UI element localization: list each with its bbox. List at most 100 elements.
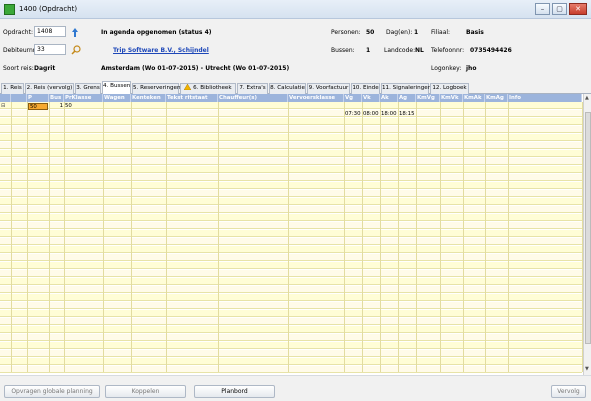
cell-bus[interactable]: 1 (54, 103, 63, 110)
grid-rows (0, 102, 582, 373)
maximize-button[interactable]: ▢ (552, 3, 567, 15)
minimize-button[interactable]: – (535, 3, 550, 15)
search-icon[interactable] (71, 45, 81, 55)
column-divider (380, 102, 381, 372)
col-wagen[interactable]: Wagen (103, 94, 131, 102)
dagen-label: Dag(en): (386, 29, 413, 36)
table-row[interactable] (0, 342, 582, 349)
tab-grens[interactable]: 3. Grens (75, 83, 101, 94)
tab-bussen[interactable]: 4. Bussen (102, 81, 131, 95)
table-row[interactable] (0, 270, 582, 277)
table-row[interactable] (0, 366, 582, 373)
cell-prklasse[interactable]: 50 (65, 103, 95, 110)
table-row[interactable] (0, 334, 582, 341)
table-row[interactable] (0, 278, 582, 285)
table-row[interactable] (0, 190, 582, 197)
col-ag[interactable]: Ag (398, 94, 416, 102)
scroll-down-icon[interactable]: ▼ (585, 366, 589, 372)
table-row[interactable] (0, 302, 582, 309)
scroll-thumb[interactable] (585, 112, 591, 344)
table-row[interactable] (0, 246, 582, 253)
table-row[interactable] (0, 174, 582, 181)
col-kmag[interactable]: KmAg (485, 94, 508, 102)
table-row[interactable] (0, 294, 582, 301)
close-button[interactable]: ✕ (569, 3, 587, 15)
dagen-value: 1 (414, 29, 419, 36)
tab-bibliotheek[interactable]: 6. Bibliotheek (180, 83, 236, 94)
filiaal-label: Filiaal: (431, 29, 451, 36)
planbord-button[interactable]: Planbord (194, 385, 275, 398)
table-row[interactable] (0, 126, 582, 133)
column-divider (11, 102, 12, 372)
table-row[interactable] (0, 262, 582, 269)
debiteur-link[interactable]: Trip Software B.V., Schijndel (113, 47, 209, 54)
column-divider (440, 102, 441, 372)
vertical-scrollbar[interactable]: ▲ ▼ (583, 94, 591, 375)
scroll-up-icon[interactable]: ▲ (585, 95, 589, 101)
opvragen-planning-button[interactable]: Opvragen globale planning (4, 385, 100, 398)
pin-icon[interactable] (71, 28, 79, 37)
col-kmvg[interactable]: KmVg (416, 94, 440, 102)
col-p[interactable] (11, 94, 27, 102)
col-prklasse[interactable]: PrKlasse (64, 94, 103, 102)
col-p[interactable]: P (27, 94, 49, 102)
table-row[interactable] (0, 358, 582, 365)
table-row[interactable] (0, 166, 582, 173)
table-row[interactable] (0, 110, 582, 117)
table-row[interactable] (0, 134, 582, 141)
opdracht-field[interactable]: 1408 (34, 26, 66, 37)
col-kmak[interactable]: KmAk (463, 94, 485, 102)
tab-reserveringen[interactable]: 5. Reserveringen (132, 83, 181, 94)
col-vg[interactable]: Vg (344, 94, 362, 102)
col-vervoersklasse[interactable]: Vervoersklasse (288, 94, 344, 102)
col-tekst-ritstaat[interactable]: Tekst ritstaat (166, 94, 218, 102)
tab-einde[interactable]: 10. Einde (351, 83, 380, 94)
table-row[interactable] (0, 150, 582, 157)
table-row[interactable] (0, 222, 582, 229)
col-chauffeurs[interactable]: Chauffeur(s) (218, 94, 288, 102)
col-kmvk[interactable]: KmVk (440, 94, 463, 102)
koppelen-button[interactable]: Koppelen (105, 385, 186, 398)
col-kenteken[interactable]: Kenteken (131, 94, 166, 102)
debiteur-field[interactable]: 33 (34, 44, 66, 55)
table-row[interactable] (0, 326, 582, 333)
table-row[interactable] (0, 318, 582, 325)
table-row[interactable] (0, 310, 582, 317)
cell-p[interactable]: 50 (28, 103, 48, 110)
vervolg-button[interactable]: Vervolg (551, 385, 586, 398)
tab-reis[interactable]: 1. Reis (1, 83, 24, 94)
col-bus[interactable]: Bus (49, 94, 64, 102)
table-row[interactable] (0, 198, 582, 205)
table-row[interactable] (0, 214, 582, 221)
column-divider (288, 102, 289, 372)
table-row[interactable] (0, 230, 582, 237)
tab-logboek[interactable]: 12. Logboek (430, 83, 469, 94)
col-info[interactable]: Info (508, 94, 582, 102)
soort-reis-value: Dagrit (34, 65, 56, 72)
column-divider (463, 102, 464, 372)
table-row[interactable] (0, 206, 582, 213)
cell-vk[interactable]: 08:00 (363, 111, 380, 118)
telefoon-label: Telefoonnr: (431, 47, 465, 54)
tab-reis-vervolg[interactable]: 2. Reis (vervolg) (25, 83, 74, 94)
table-row[interactable] (0, 254, 582, 261)
table-row[interactable] (0, 158, 582, 165)
table-row[interactable] (0, 182, 582, 189)
cell-ag[interactable]: 18:15 (399, 111, 416, 118)
column-divider (362, 102, 363, 372)
table-row[interactable] (0, 118, 582, 125)
tab-calculatie[interactable]: 8. Calculatie (269, 83, 306, 94)
tab-extras[interactable]: 7. Extra's (237, 83, 268, 94)
table-row[interactable] (0, 142, 582, 149)
tab-signaleringen[interactable]: 11. Signaleringen (381, 83, 431, 94)
table-row[interactable] (0, 286, 582, 293)
cell-ak[interactable]: 18:00 (381, 111, 398, 118)
col-ak[interactable]: Ak (380, 94, 398, 102)
table-row[interactable] (0, 350, 582, 357)
row-expander-icon[interactable]: ⊟ (1, 103, 11, 110)
col-vk[interactable]: Vk (362, 94, 380, 102)
column-divider (103, 102, 104, 372)
cell-vg[interactable]: 07:30 (345, 111, 362, 118)
table-row[interactable] (0, 238, 582, 245)
tab-voorfactuur[interactable]: 9. Voorfactuur (307, 83, 350, 94)
